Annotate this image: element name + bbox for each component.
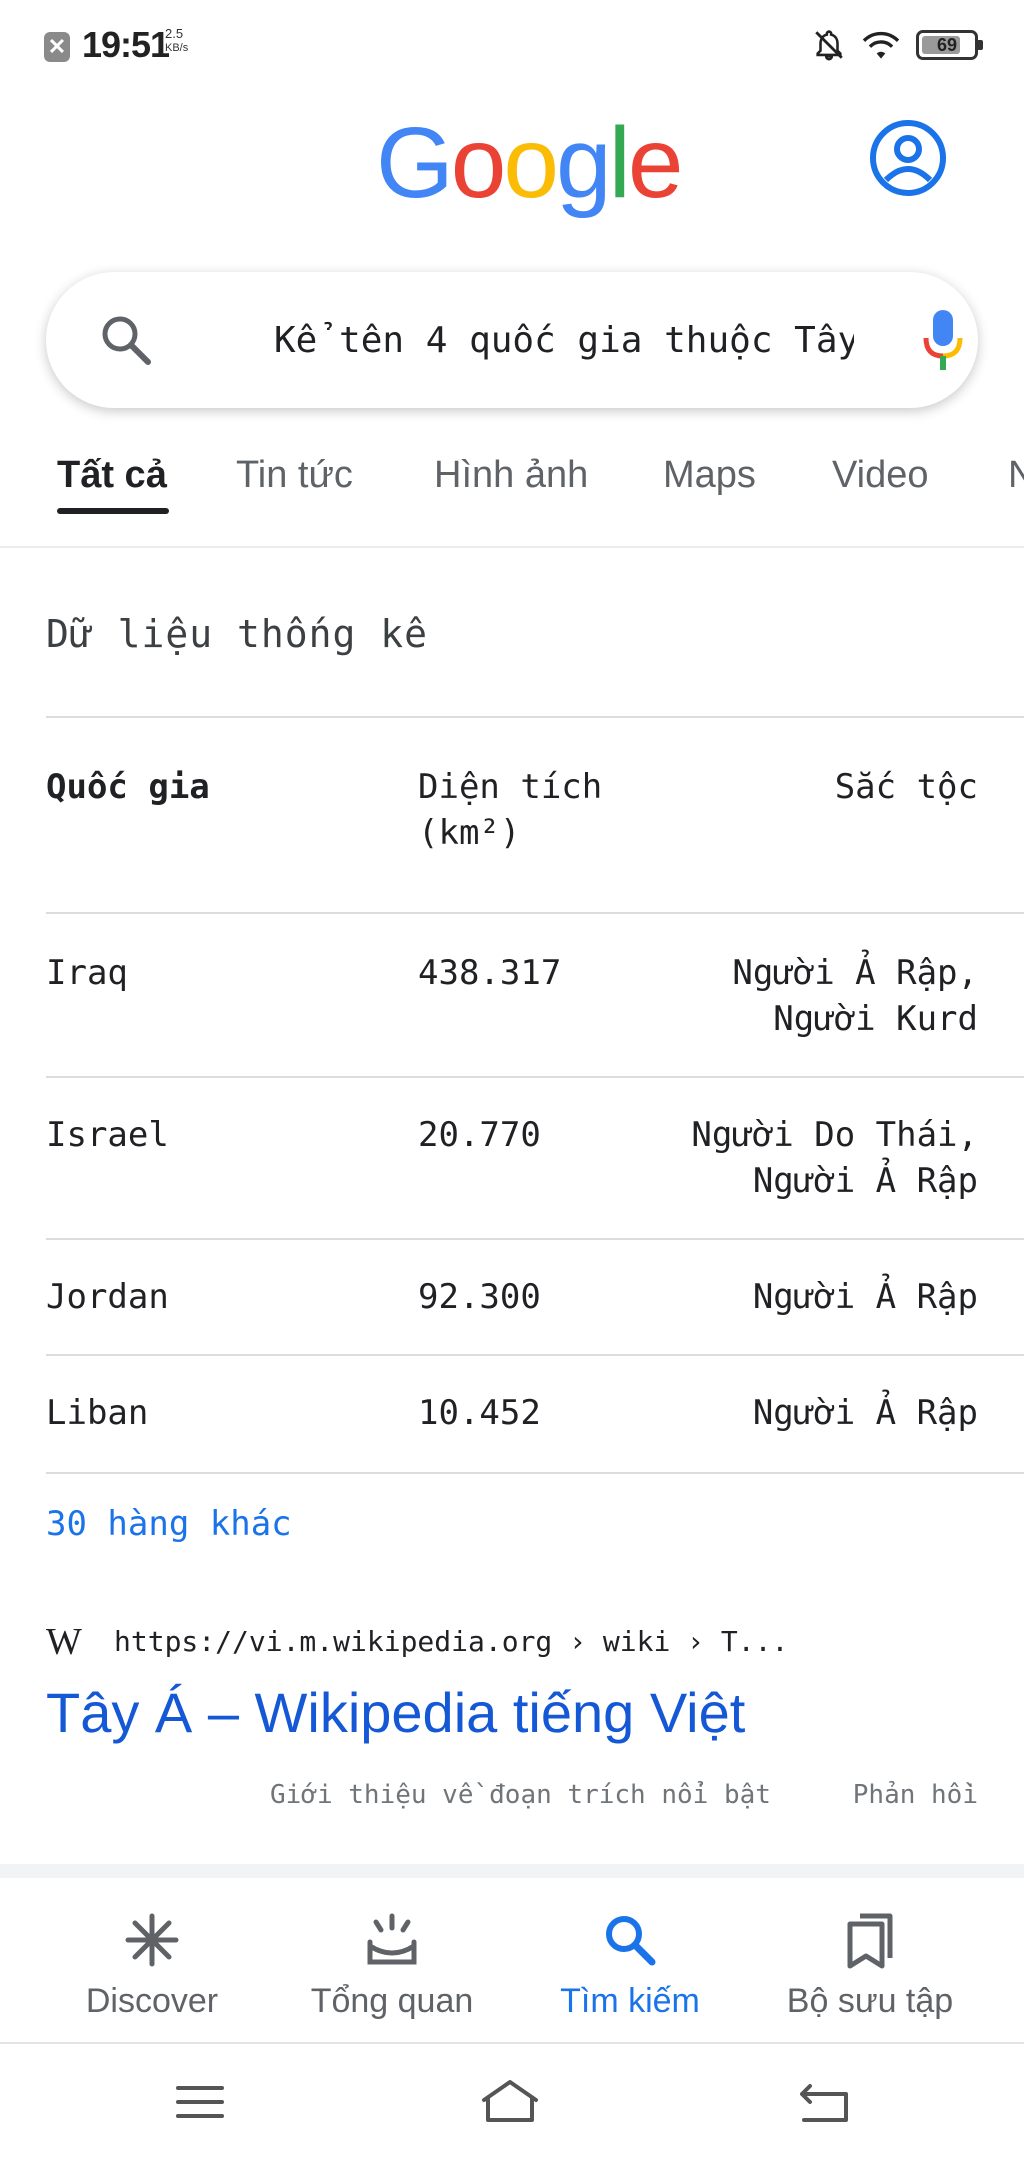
cell-country: Israel [46, 1115, 169, 1155]
nav-collections[interactable]: Bộ sưu tập [742, 1878, 998, 2042]
logo-letter: o [450, 107, 507, 219]
cell-area: 20.770 [418, 1115, 541, 1155]
divider [46, 716, 1024, 718]
divider [0, 546, 1024, 548]
logo-letter: l [608, 107, 631, 219]
divider [46, 1472, 1024, 1474]
stats-title: Dữ liệu thống kê [46, 612, 429, 656]
wikipedia-icon: W [46, 1621, 82, 1663]
tab-all[interactable]: Tất cả [57, 454, 167, 497]
search-query[interactable]: Kể tên 4 quốc gia thuộc Tây N [274, 316, 854, 366]
cell-country: Jordan [46, 1277, 169, 1317]
about-featured-snippet-link[interactable]: Giới thiệu về đoạn trích nổi bật [270, 1780, 771, 1810]
search-icon [102, 316, 151, 365]
search-icon [606, 1916, 656, 1966]
divider [46, 1238, 1024, 1240]
menu-icon[interactable] [168, 2074, 232, 2130]
tab-maps[interactable]: Maps [663, 454, 756, 497]
nav-discover[interactable]: Discover [24, 1878, 280, 2042]
back-icon[interactable] [792, 2074, 856, 2130]
bottom-navigation: Discover Tổng quan Tìm kiếm Bộ sưu tập [0, 1878, 1024, 2042]
notification-close-icon: ✕ [44, 32, 70, 62]
logo-letter: o [503, 107, 559, 219]
nav-search[interactable]: Tìm kiếm [502, 1878, 758, 2042]
microphone-icon[interactable] [918, 308, 968, 374]
tab-images[interactable]: Hình ảnh [434, 454, 588, 497]
tab-news[interactable]: Tin tức [236, 454, 353, 497]
column-header-ethnicity: Sắc tộc [834, 767, 978, 807]
cell-ethnicity: Người Ả Rập [752, 1393, 978, 1433]
status-bar: ✕ 19:51 2.5 KB/s 69 [0, 0, 1024, 90]
asterisk-icon [125, 1913, 179, 1967]
divider [46, 1076, 1024, 1078]
divider [46, 1354, 1024, 1356]
clock: 19:51 [82, 24, 170, 65]
column-header-country: Quốc gia [46, 767, 210, 807]
search-box[interactable]: Kể tên 4 quốc gia thuộc Tây N [46, 272, 978, 408]
divider [46, 912, 1024, 914]
cell-area: 438.317 [418, 953, 562, 993]
home-icon[interactable] [478, 2074, 542, 2130]
cell-country: Liban [46, 1393, 149, 1433]
wifi-icon [862, 31, 900, 59]
account-icon[interactable] [868, 118, 948, 198]
bell-off-icon [815, 30, 843, 61]
cell-country: Iraq [46, 953, 128, 993]
logo-letter: G [376, 107, 454, 219]
tab-video[interactable]: Video [832, 454, 929, 497]
cell-ethnicity: Người Do Thái, Người Ả Rập [691, 1115, 978, 1201]
result-url[interactable]: https://vi.m.wikipedia.org › wiki › T... [114, 1620, 788, 1664]
cell-area: 10.452 [418, 1393, 541, 1433]
result-title-link[interactable]: Tây Á – Wikipedia tiếng Việt [46, 1680, 745, 1745]
network-speed: 2.5 KB/s [165, 26, 189, 54]
cell-ethnicity: Người Ả Rập [752, 1277, 978, 1317]
logo-letter: e [627, 107, 684, 219]
active-tab-indicator [57, 508, 169, 514]
battery-icon: 69 [916, 30, 983, 60]
system-navigation-bar [0, 2044, 1024, 2162]
collections-icon [847, 1913, 893, 1969]
column-header-area: Diện tích (km²) [418, 767, 603, 853]
updates-icon [367, 1913, 417, 1965]
logo-letter: g [556, 107, 612, 219]
cell-area: 92.300 [418, 1277, 541, 1317]
search-tabs: Tất cả Tin tức Hình ảnh Maps Video N [0, 440, 1024, 550]
nav-overview[interactable]: Tổng quan [264, 1878, 520, 2042]
cell-ethnicity: Người Ả Rập, Người Kurd [732, 953, 978, 1039]
google-logo: Google [376, 107, 684, 219]
section-separator [0, 1864, 1024, 1878]
more-rows-link[interactable]: 30 hàng khác [46, 1504, 292, 1544]
feedback-link[interactable]: Phản hồi [853, 1780, 978, 1810]
tab-more[interactable]: N [1008, 454, 1024, 497]
